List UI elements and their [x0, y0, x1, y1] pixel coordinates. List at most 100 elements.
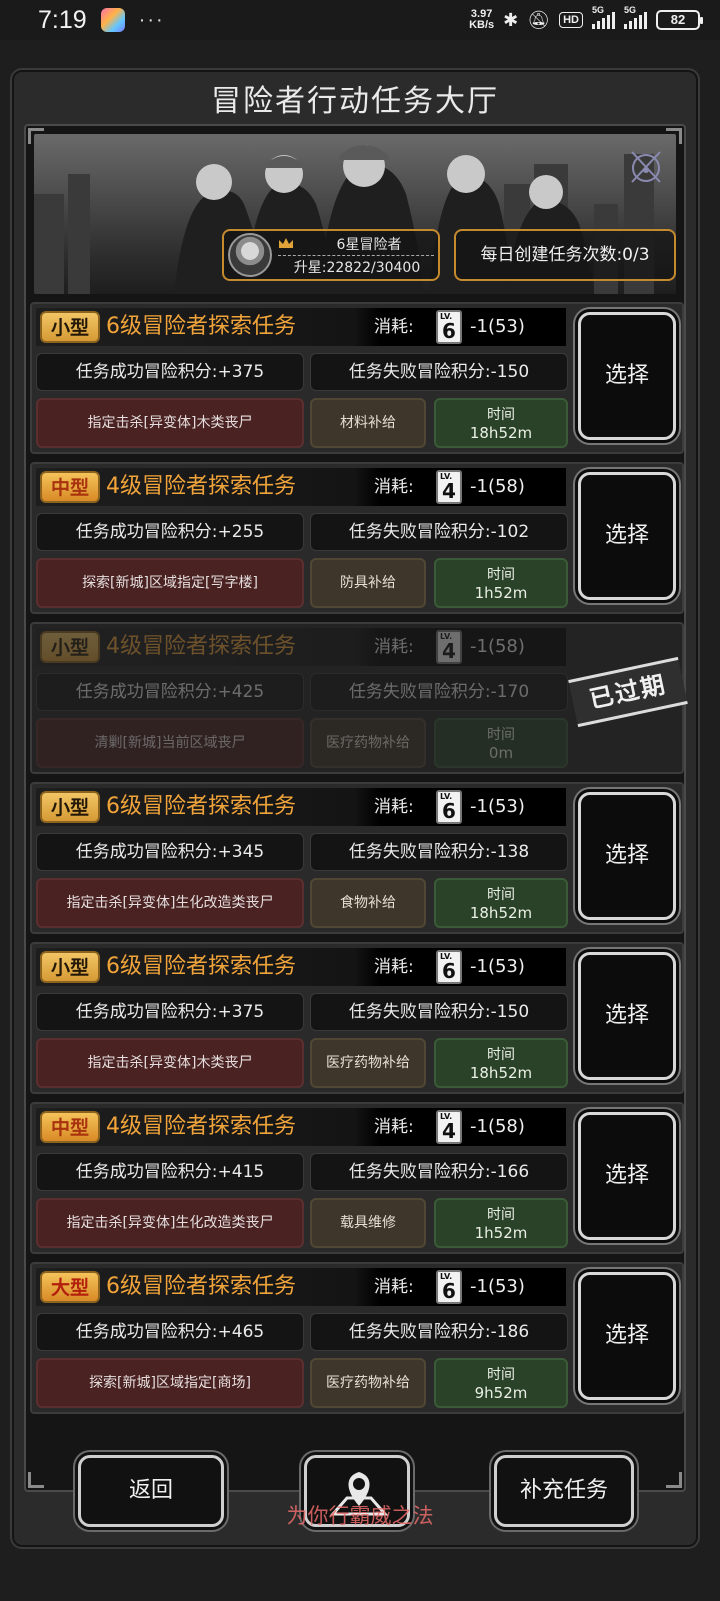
time-value: 0m	[488, 744, 514, 762]
fail-points: 任务失败冒险积分:-150	[310, 993, 568, 1031]
task-size-badge: 小型	[40, 791, 100, 823]
fail-points: 任务失败冒险积分:-102	[310, 513, 568, 551]
task-size-badge: 大型	[40, 1271, 100, 1303]
expired-stamp: 已过期	[568, 656, 688, 728]
task-card: 小型 6级冒险者探索任务 消耗: LV. 6 -1(53) 任务成功冒险积分:+…	[30, 302, 684, 454]
rank-badge: 6星冒险者 升星:22822/30400	[222, 229, 440, 281]
cost-value: -1(58)	[470, 1116, 525, 1137]
time-value: 1h52m	[474, 1224, 528, 1242]
page-title: 冒险者行动任务大厅	[211, 84, 499, 119]
back-button[interactable]: 返回	[78, 1455, 224, 1527]
level-card-number: 6	[442, 959, 456, 983]
task-header: 中型 4级冒险者探索任务 消耗: LV. 4 -1(58)	[36, 1108, 566, 1146]
task-time: 时间 18h52m	[434, 398, 568, 448]
network-speed: 3.97 KB/s	[469, 9, 494, 31]
task-objective: 指定击杀[异变体]生化改造类丧尸	[36, 1198, 304, 1248]
cost-label: 消耗:	[374, 957, 414, 977]
select-task-button[interactable]: 选择	[578, 792, 676, 920]
task-reward: 医疗药物补给	[310, 718, 426, 768]
task-objective: 探索[新城]区域指定[商场]	[36, 1358, 304, 1408]
select-task-button[interactable]: 选择	[578, 472, 676, 600]
task-header: 小型 6级冒险者探索任务 消耗: LV. 6 -1(53)	[36, 788, 566, 826]
task-time: 时间 9h52m	[434, 1358, 568, 1408]
task-card: 小型 6级冒险者探索任务 消耗: LV. 6 -1(53) 任务成功冒险积分:+…	[30, 942, 684, 1094]
task-size-badge: 小型	[40, 951, 100, 983]
cost-label: 消耗:	[374, 797, 414, 817]
level-card-icon: LV. 6	[436, 310, 462, 344]
cost-value: -1(53)	[470, 316, 525, 337]
select-task-button[interactable]: 选择	[578, 952, 676, 1080]
rank-name: 6星冒险者	[336, 237, 402, 253]
cost-label: 消耗:	[374, 1117, 414, 1137]
signal-2-icon: 5G	[624, 5, 647, 29]
task-header: 大型 6级冒险者探索任务 消耗: LV. 6 -1(53)	[36, 1268, 566, 1306]
cost-label: 消耗:	[374, 637, 414, 657]
level-card-icon: LV. 4	[436, 470, 462, 504]
task-list-frame: 6星冒险者 升星:22822/30400 每日创建任务次数:0/3 小型 6级冒…	[24, 124, 688, 1492]
success-points: 任务成功冒险积分:+255	[36, 513, 304, 551]
time-label: 时间	[487, 567, 515, 583]
task-header: 中型 4级冒险者探索任务 消耗: LV. 4 -1(58)	[36, 468, 566, 506]
gallery-app-icon	[100, 8, 125, 32]
task-time: 时间 18h52m	[434, 878, 568, 928]
more-notifications-icon: ···	[138, 8, 165, 31]
level-card-number: 6	[442, 799, 456, 823]
level-card-number: 4	[442, 1119, 456, 1143]
task-header: 小型 4级冒险者探索任务 消耗: LV. 4 -1(58)	[36, 628, 566, 666]
time-value: 9h52m	[474, 1384, 528, 1402]
adventurer-banner: 6星冒险者 升星:22822/30400 每日创建任务次数:0/3	[34, 134, 676, 294]
refill-tasks-button[interactable]: 补充任务	[494, 1455, 634, 1527]
success-points: 任务成功冒险积分:+375	[36, 353, 304, 391]
time-value: 1h52m	[474, 584, 528, 602]
task-objective: 指定击杀[异变体]木类丧尸	[36, 398, 304, 448]
select-task-button[interactable]: 选择	[578, 1112, 676, 1240]
task-card: 小型 4级冒险者探索任务 消耗: LV. 4 -1(58) 任务成功冒险积分:+…	[30, 622, 688, 774]
clock: 7:19	[38, 5, 87, 34]
task-name: 4级冒险者探索任务	[106, 474, 296, 499]
task-reward: 载具维修	[310, 1198, 426, 1248]
watermark-text: 为你行霸威之法	[286, 1504, 434, 1528]
level-card-number: 4	[442, 479, 456, 503]
task-name: 6级冒险者探索任务	[106, 794, 296, 819]
task-objective: 指定击杀[异变体]生化改造类丧尸	[36, 878, 304, 928]
battery-icon: 82	[656, 10, 703, 30]
task-name: 4级冒险者探索任务	[106, 1114, 296, 1139]
cost-label: 消耗:	[374, 317, 414, 337]
frame-corner-decoration	[666, 1472, 682, 1488]
hd-voice-icon: HD	[559, 12, 583, 28]
signal-1-icon: 5G	[592, 5, 615, 29]
fail-points: 任务失败冒险积分:-170	[310, 673, 568, 711]
task-reward: 材料补给	[310, 398, 426, 448]
frame-corner-decoration	[28, 1472, 44, 1488]
task-size-badge: 中型	[40, 471, 100, 503]
time-value: 18h52m	[469, 424, 533, 442]
task-reward: 医疗药物补给	[310, 1358, 426, 1408]
time-value: 18h52m	[469, 1064, 533, 1082]
cost-value: -1(58)	[470, 476, 525, 497]
level-card-icon: LV. 6	[436, 950, 462, 984]
time-label: 时间	[487, 1367, 515, 1383]
faction-emblem-icon	[631, 151, 661, 183]
daily-create-count: 每日创建任务次数:0/3	[454, 229, 676, 281]
time-label: 时间	[487, 407, 515, 423]
time-value: 18h52m	[469, 904, 533, 922]
task-time: 时间 1h52m	[434, 1198, 568, 1248]
task-time: 时间 18h52m	[434, 1038, 568, 1088]
task-hall-panel: 冒险者行动任务大厅 6星冒险者 升星:22822/30400 每日创建任务次数:…	[10, 68, 700, 1549]
cost-value: -1(53)	[470, 796, 525, 817]
task-name: 6级冒险者探索任务	[106, 954, 296, 979]
task-size-badge: 小型	[40, 311, 100, 343]
avatar[interactable]	[228, 233, 272, 277]
task-size-badge: 小型	[40, 631, 100, 663]
cost-value: -1(58)	[470, 636, 525, 657]
select-task-button[interactable]: 选择	[578, 312, 676, 440]
success-points: 任务成功冒险积分:+465	[36, 1313, 304, 1351]
mute-bell-icon: 🔕︎	[527, 9, 551, 30]
cost-label: 消耗:	[374, 1277, 414, 1297]
task-card: 中型 4级冒险者探索任务 消耗: LV. 4 -1(58) 任务成功冒险积分:+…	[30, 462, 684, 614]
bluetooth-icon: ✱	[503, 9, 519, 30]
level-card-icon: LV. 6	[436, 1270, 462, 1304]
network-speed-unit: KB/s	[469, 19, 495, 31]
select-task-button[interactable]: 选择	[578, 1272, 676, 1400]
time-label: 时间	[487, 1047, 515, 1063]
